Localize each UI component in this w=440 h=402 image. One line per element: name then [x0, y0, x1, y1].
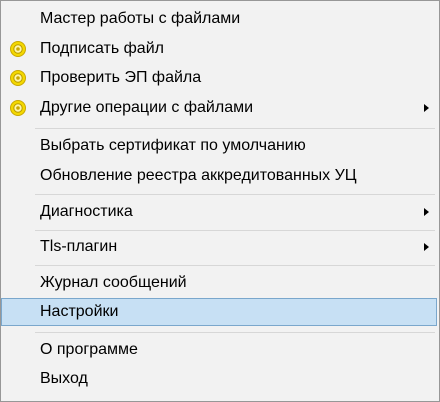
menu-item-message-log[interactable]: Журнал сообщений: [3, 269, 437, 297]
menu-item-label: Обновление реестра аккредитованных УЦ: [40, 167, 357, 184]
context-menu: Мастер работы с файлами Подписать файл П…: [0, 0, 440, 402]
menu-item-exit[interactable]: Выход: [3, 365, 437, 393]
seal-gear-icon: [9, 69, 27, 87]
menu-item-file-wizard[interactable]: Мастер работы с файлами: [3, 5, 437, 33]
menu-separator: [35, 265, 435, 266]
menu-item-tls-plugin[interactable]: Tls-плагин: [3, 233, 437, 261]
menu-item-label: Мастер работы с файлами: [40, 10, 241, 27]
seal-gear-icon: [9, 99, 27, 117]
menu-item-label: Настройки: [40, 303, 119, 320]
menu-item-label: Диагностика: [40, 203, 133, 220]
menu-item-sign-file[interactable]: Подписать файл: [3, 35, 437, 63]
menu-item-settings[interactable]: Настройки: [1, 298, 437, 326]
seal-gear-icon: [9, 40, 27, 58]
menu-separator: [35, 332, 435, 333]
menu-item-label: О программе: [40, 341, 138, 358]
menu-item-verify-signature[interactable]: Проверить ЭП файла: [3, 64, 437, 92]
menu-item-label: Выбрать сертификат по умолчанию: [40, 137, 306, 154]
menu-separator: [35, 128, 435, 129]
menu-item-about[interactable]: О программе: [3, 336, 437, 364]
menu-separator: [35, 230, 435, 231]
menu-item-diagnostics[interactable]: Диагностика: [3, 198, 437, 226]
menu-separator: [35, 194, 435, 195]
menu-item-label: Журнал сообщений: [40, 274, 187, 291]
menu-item-update-ca-registry[interactable]: Обновление реестра аккредитованных УЦ: [3, 162, 437, 190]
menu-item-label: Другие операции с файлами: [40, 99, 254, 116]
menu-item-label: Подписать файл: [40, 40, 164, 57]
menu-item-default-certificate[interactable]: Выбрать сертификат по умолчанию: [3, 132, 437, 160]
menu-item-label: Проверить ЭП файла: [40, 69, 202, 86]
menu-item-label: Выход: [40, 370, 88, 387]
menu-item-label: Tls-плагин: [40, 238, 118, 255]
menu-item-other-file-operations[interactable]: Другие операции с файлами: [3, 94, 437, 122]
